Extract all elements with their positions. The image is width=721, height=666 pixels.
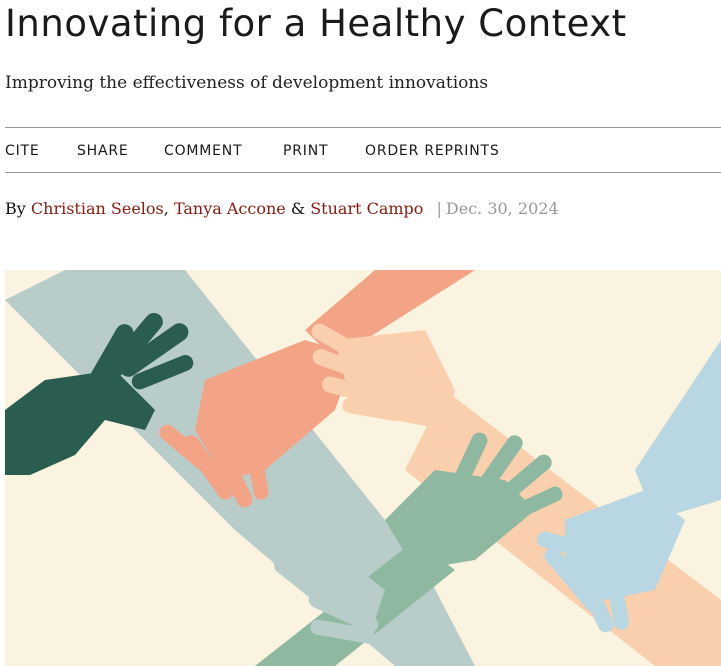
byline: By Christian Seelos, Tanya Accone & Stua… (5, 199, 559, 218)
comment-button[interactable]: COMMENT (164, 143, 283, 159)
author-comma: , (163, 199, 169, 218)
share-button[interactable]: SHARE (77, 143, 164, 159)
divider-bottom (5, 172, 721, 173)
print-button[interactable]: PRINT (283, 143, 365, 159)
byline-prefix: By (5, 199, 26, 218)
author-ampersand: & (290, 199, 306, 218)
publish-date: Dec. 30, 2024 (445, 199, 559, 218)
author-link-stuart-campo[interactable]: Stuart Campo (310, 199, 423, 218)
author-link-christian-seelos[interactable]: Christian Seelos (31, 199, 164, 218)
order-reprints-button[interactable]: ORDER REPRINTS (365, 143, 500, 159)
cite-button[interactable]: CITE (5, 143, 77, 159)
author-link-tanya-accone[interactable]: Tanya Accone (174, 199, 286, 218)
date-separator: | (436, 199, 442, 218)
article-actions-bar: CITE SHARE COMMENT PRINT ORDER REPRINTS (5, 143, 500, 159)
divider-top (5, 127, 721, 128)
page-title: Innovating for a Healthy Context (5, 2, 627, 45)
joined-hands-illustration (5, 270, 721, 666)
page-subtitle: Improving the effectiveness of developme… (5, 73, 489, 93)
